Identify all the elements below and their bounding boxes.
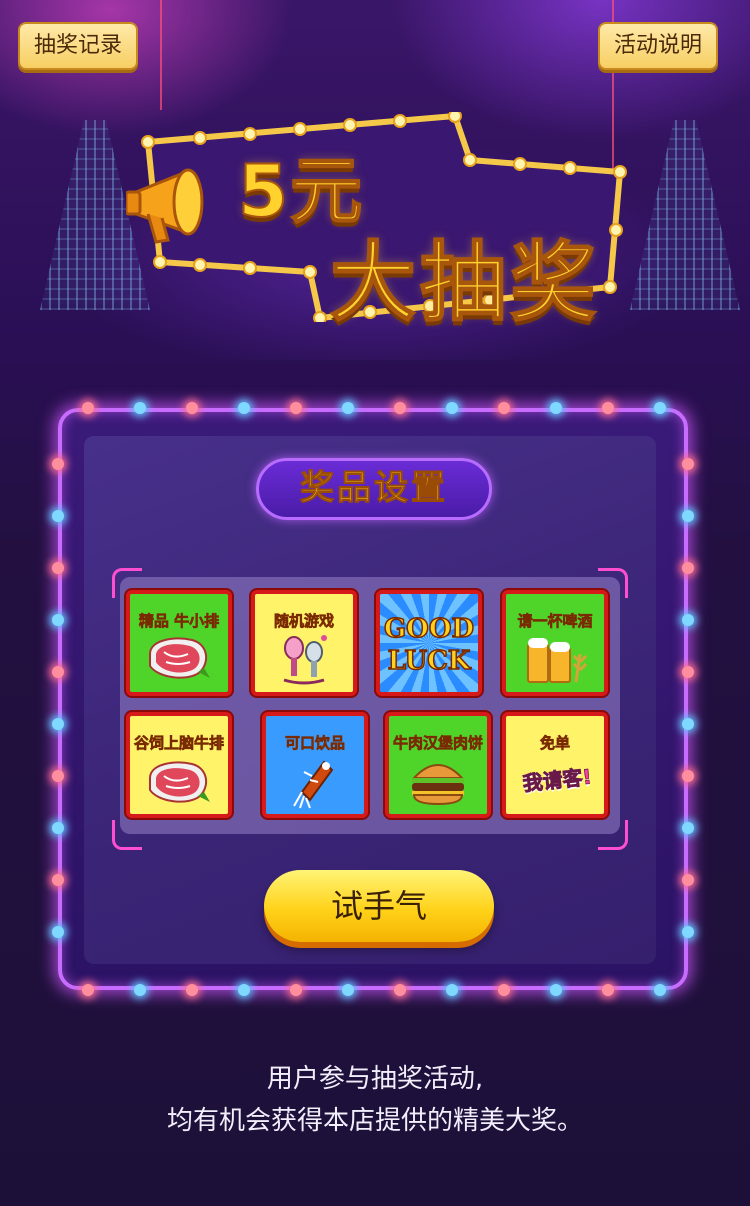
corner-decoration bbox=[598, 820, 628, 850]
light-bulb bbox=[134, 402, 146, 414]
good-luck-icon: GOOD LUCK bbox=[380, 594, 478, 692]
steak-icon bbox=[149, 637, 210, 679]
light-bulb bbox=[602, 984, 614, 996]
light-bulb bbox=[682, 926, 694, 938]
light-bulb bbox=[52, 562, 64, 574]
light-bulb bbox=[290, 402, 302, 414]
light-bulb bbox=[342, 402, 354, 414]
light-bulb bbox=[498, 402, 510, 414]
activity-info-button[interactable]: 活动说明 bbox=[598, 22, 719, 70]
prize-burger[interactable]: 牛肉汉堡肉饼 bbox=[385, 712, 491, 818]
light-bulb bbox=[82, 402, 94, 414]
prize-drink[interactable]: 可口饮品 bbox=[262, 712, 368, 818]
light-bulb bbox=[498, 984, 510, 996]
banner-title-line2: 大抽奖 bbox=[329, 232, 600, 334]
light-bulb bbox=[446, 984, 458, 996]
light-bulb bbox=[290, 984, 302, 996]
light-bulb bbox=[186, 402, 198, 414]
treat-text: 我请客! bbox=[521, 764, 593, 796]
try-luck-button[interactable]: 试手气 bbox=[264, 870, 494, 942]
prize-label: 可口饮品 bbox=[284, 734, 346, 753]
light-bulb bbox=[394, 984, 406, 996]
prize-grain-steak[interactable]: 谷饲上脑牛排 bbox=[126, 712, 232, 818]
light-bulb bbox=[550, 402, 562, 414]
light-bulb bbox=[682, 718, 694, 730]
light-bulb bbox=[134, 984, 146, 996]
prize-good-luck[interactable]: GOOD LUCK bbox=[376, 590, 482, 696]
light-bulb bbox=[52, 770, 64, 782]
prize-label: 随机游戏 bbox=[273, 612, 335, 631]
light-bulb bbox=[682, 614, 694, 626]
light-bulb bbox=[82, 984, 94, 996]
light-bulb bbox=[446, 402, 458, 414]
light-bulb bbox=[602, 402, 614, 414]
prize-label: 免单 bbox=[539, 734, 571, 753]
prize-beer[interactable]: 请一杯啤酒 bbox=[502, 590, 608, 696]
light-bulb bbox=[654, 984, 666, 996]
section-title: 奖品设置 bbox=[256, 458, 492, 520]
prize-label: 精品 牛小排 bbox=[138, 612, 220, 631]
light-bulb bbox=[52, 510, 64, 522]
light-bulb bbox=[186, 984, 198, 996]
burger-icon bbox=[411, 764, 465, 806]
light-bulb bbox=[238, 402, 250, 414]
good-luck-line2: LUCK bbox=[387, 645, 471, 677]
prize-label: 请一杯啤酒 bbox=[517, 612, 593, 631]
description-line2: 均有机会获得本店提供的精美大奖。 bbox=[166, 1106, 583, 1136]
corner-decoration bbox=[112, 820, 142, 850]
prize-free-order[interactable]: 免单 我请客! bbox=[502, 712, 608, 818]
light-bulb bbox=[682, 822, 694, 834]
light-bulb bbox=[550, 984, 562, 996]
light-bulb bbox=[52, 458, 64, 470]
description-line1: 用户参与抽奖活动, bbox=[266, 1064, 484, 1094]
light-bulb bbox=[682, 458, 694, 470]
light-bulb bbox=[52, 926, 64, 938]
good-luck-line1: GOOD bbox=[383, 613, 475, 645]
megaphone-icon bbox=[124, 152, 236, 252]
light-bulb bbox=[654, 402, 666, 414]
light-bulb bbox=[52, 874, 64, 886]
light-bulb bbox=[342, 984, 354, 996]
light-bulb bbox=[682, 874, 694, 886]
prize-steak[interactable]: 精品 牛小排 bbox=[126, 590, 232, 696]
steak-icon bbox=[149, 761, 210, 803]
light-bulb bbox=[682, 770, 694, 782]
treat-icon: 我请客! bbox=[509, 759, 604, 798]
beer-icon bbox=[527, 638, 588, 683]
draw-record-button[interactable]: 抽奖记录 bbox=[18, 22, 139, 70]
light-bulb bbox=[682, 510, 694, 522]
light-bulb bbox=[52, 822, 64, 834]
prize-label: 牛肉汉堡肉饼 bbox=[392, 734, 484, 753]
light-bulb bbox=[52, 718, 64, 730]
drink-icon bbox=[293, 760, 334, 809]
light-bulb bbox=[238, 984, 250, 996]
microphone-icon bbox=[283, 635, 327, 685]
hanging-string bbox=[160, 0, 162, 110]
prize-random-game[interactable]: 随机游戏 bbox=[251, 590, 357, 696]
light-bulb bbox=[52, 666, 64, 678]
prize-label: 谷饲上脑牛排 bbox=[133, 734, 225, 753]
light-bulb bbox=[52, 614, 64, 626]
light-bulb bbox=[394, 402, 406, 414]
light-bulb bbox=[682, 666, 694, 678]
light-bulb bbox=[682, 562, 694, 574]
